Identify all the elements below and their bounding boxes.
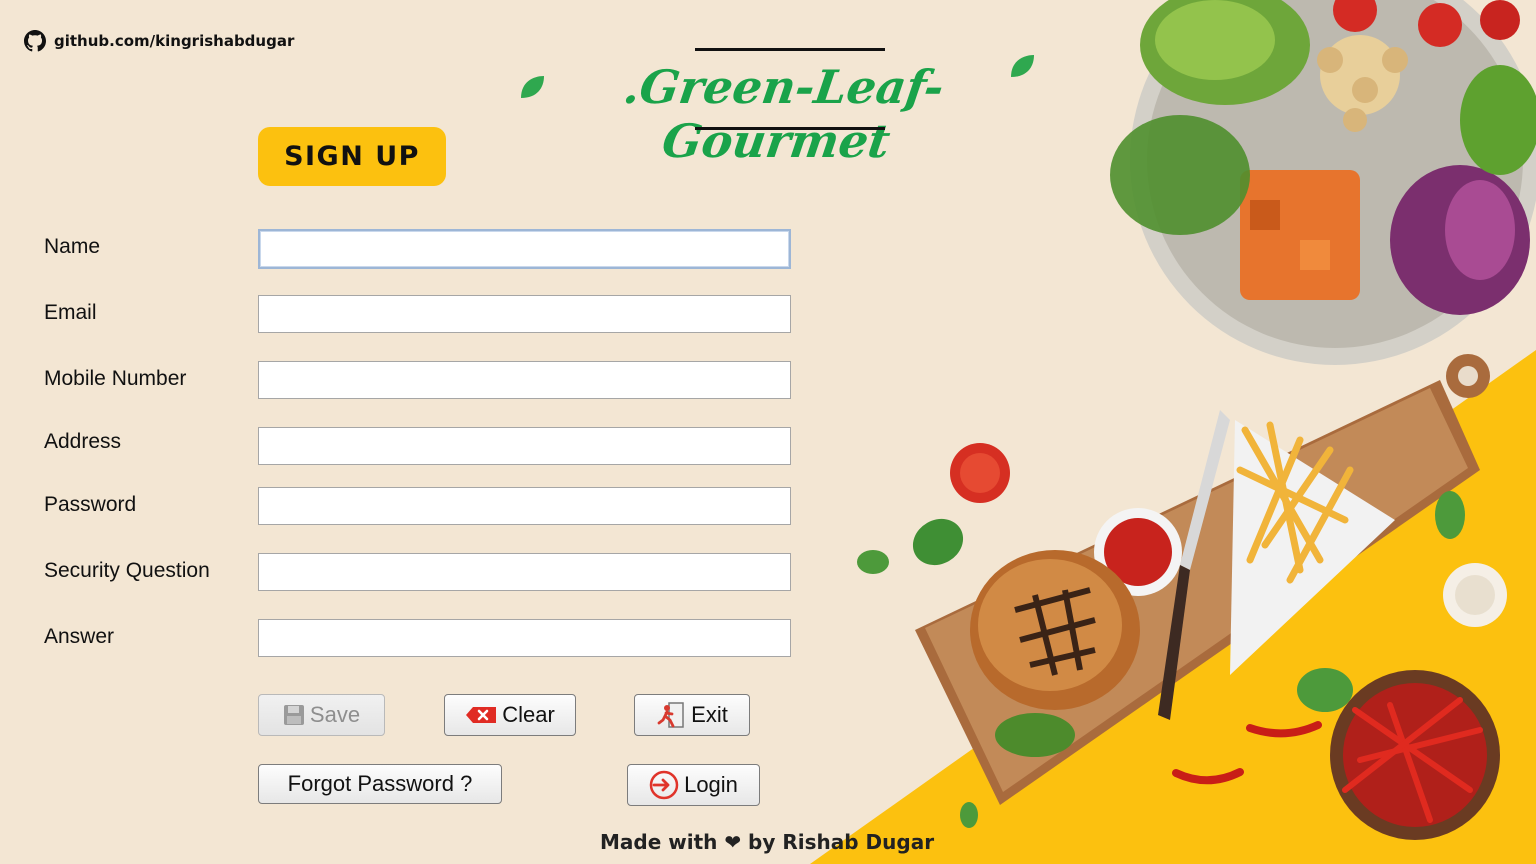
answer-input[interactable] [258, 619, 791, 657]
brand-bottom-line [695, 127, 885, 130]
github-icon [24, 30, 46, 52]
leaf-icon [1011, 55, 1034, 77]
brand-name: .Green-Leaf-Gourmet [620, 60, 948, 168]
clear-button[interactable]: Clear [444, 694, 576, 736]
salad-bowl-image [1110, 0, 1536, 365]
login-button[interactable]: Login [627, 764, 760, 806]
email-input[interactable] [258, 295, 791, 333]
github-link-text: github.com/kingrishabdugar [54, 32, 295, 50]
address-label: Address [44, 430, 122, 453]
mobile-number-label: Mobile Number [44, 367, 187, 390]
exit-button-label: Exit [691, 702, 728, 727]
exit-icon [657, 702, 684, 728]
clear-icon [466, 707, 497, 723]
signup-title: SIGN UP [258, 127, 446, 186]
answer-label: Answer [44, 625, 115, 648]
leaf-icon [521, 76, 544, 98]
signup-window: github.com/kingrishabdugar .Green-Leaf-G… [0, 0, 1536, 864]
forgot-password-button[interactable]: Forgot Password ? [258, 764, 502, 804]
name-input[interactable] [258, 229, 791, 269]
name-label: Name [44, 235, 101, 258]
email-label: Email [44, 301, 97, 324]
clear-button-label: Clear [502, 702, 555, 727]
save-button[interactable]: Save [258, 694, 385, 736]
save-icon [283, 705, 304, 725]
login-icon [649, 770, 679, 800]
password-label: Password [44, 493, 137, 516]
security-question-label: Security Question [44, 559, 210, 582]
exit-button[interactable]: Exit [634, 694, 750, 736]
login-button-label: Login [684, 772, 738, 797]
footer-credit: Made with ❤ by Rishab Dugar [600, 830, 935, 854]
security-question-input[interactable] [258, 553, 791, 591]
github-link[interactable]: github.com/kingrishabdugar [24, 30, 294, 52]
save-button-label: Save [309, 702, 361, 727]
forgot-password-button-label: Forgot Password ? [287, 771, 473, 796]
brand-logo: .Green-Leaf-Gourmet [515, 46, 1040, 168]
password-input[interactable] [258, 487, 791, 525]
mobile-number-input[interactable] [258, 361, 791, 399]
brand-top-line [695, 48, 885, 51]
address-input[interactable] [258, 427, 791, 465]
